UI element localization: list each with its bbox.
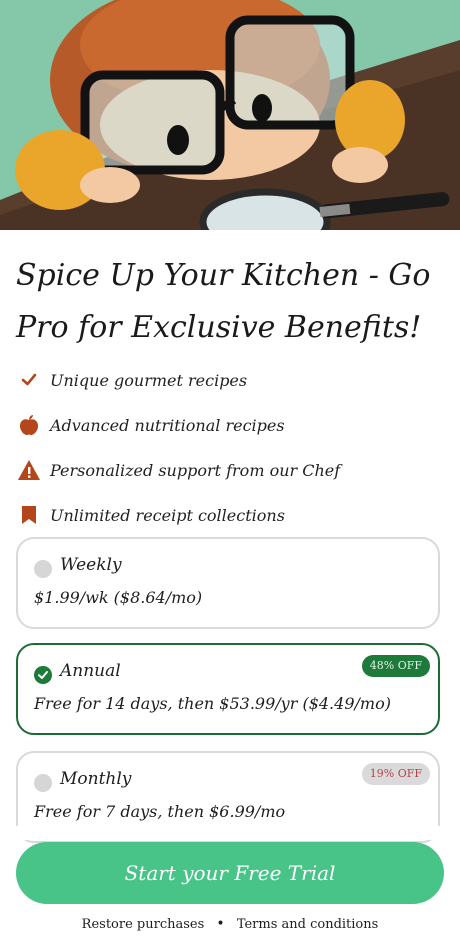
separator-dot: •	[216, 916, 225, 932]
discount-badge: 48% OFF	[361, 655, 430, 677]
feature-label: Unique gourmet recipes	[50, 370, 248, 390]
feature-label: Unlimited receipt collections	[50, 505, 285, 525]
feature-label: Personalized support from our Chef	[50, 460, 341, 480]
page-title: Spice Up Your Kitchen - Go Pro for Exclu…	[16, 258, 431, 345]
feature-item: Personalized support from our Chef	[16, 455, 340, 485]
plan-weekly[interactable]: Weekly $1.99/wk ($8.64/mo)	[16, 537, 440, 629]
plan-name: Monthly	[60, 769, 132, 789]
feature-label: Advanced nutritional recipes	[50, 415, 285, 435]
bookmark-icon	[16, 502, 42, 528]
plan-price: Free for 14 days, then $53.99/yr ($4.49/…	[34, 694, 391, 713]
plan-name: Annual	[60, 661, 121, 681]
radio-selected-check-icon[interactable]	[34, 666, 52, 684]
radio-unselected[interactable]	[34, 560, 52, 578]
warning-icon	[16, 457, 42, 483]
radio-unselected[interactable]	[34, 774, 52, 792]
plan-price: Free for 7 days, then $6.99/mo	[34, 802, 286, 821]
discount-badge: 19% OFF	[361, 763, 430, 785]
plan-name: Weekly	[60, 555, 122, 575]
plan-price: $1.99/wk ($8.64/mo)	[34, 588, 203, 607]
terms-link[interactable]: Terms and conditions	[237, 917, 379, 932]
footer-links: Restore purchases • Terms and conditions	[0, 916, 460, 932]
checkmark-icon	[16, 367, 42, 393]
feature-item: Advanced nutritional recipes	[16, 410, 285, 440]
plan-annual[interactable]: Annual 48% OFF Free for 14 days, then $5…	[16, 643, 440, 735]
restore-purchases-link[interactable]: Restore purchases	[82, 917, 205, 932]
feature-item: Unlimited receipt collections	[16, 500, 285, 530]
scroll-fade	[0, 826, 460, 840]
apple-icon	[16, 412, 42, 438]
feature-item: Unique gourmet recipes	[16, 365, 247, 395]
start-free-trial-button[interactable]: Start your Free Trial	[16, 842, 444, 904]
hero-illustration	[0, 0, 460, 230]
